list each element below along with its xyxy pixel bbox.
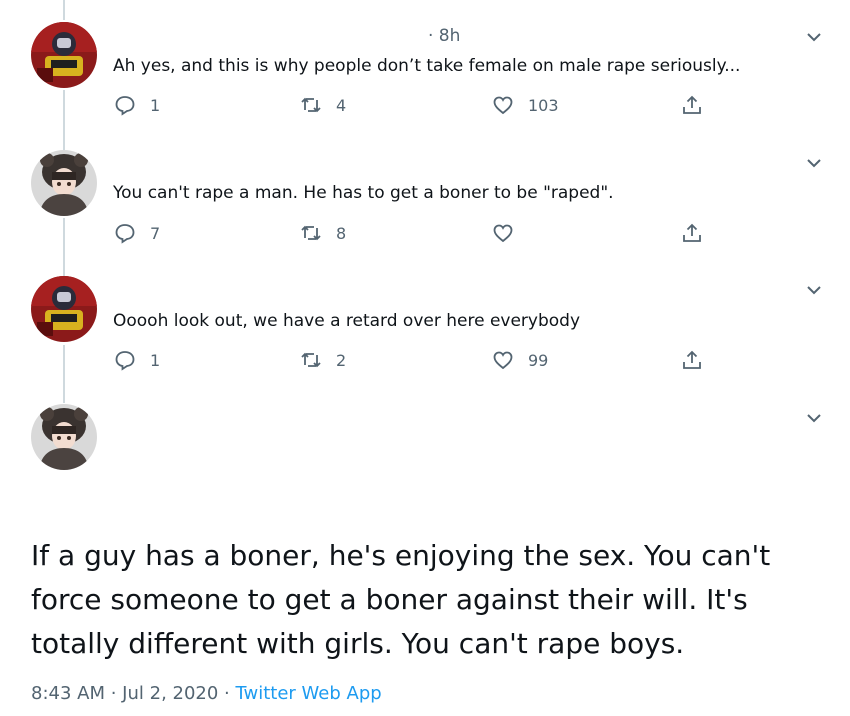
tweet-actions: 1 2 99 <box>0 349 850 377</box>
reply-button[interactable]: 1 <box>114 94 160 116</box>
main-tweet-line: If a guy has a boner, he's enjoying the … <box>31 539 771 572</box>
retweet-icon <box>301 225 321 241</box>
separator: · <box>105 683 123 704</box>
reply-icon <box>115 224 135 244</box>
tweet-actions: 7 8 <box>0 222 850 250</box>
chevron-down-icon[interactable] <box>805 281 823 299</box>
reply-tweet[interactable]: Ooooh look out, we have a retard over he… <box>0 268 850 396</box>
reply-icon <box>115 96 135 116</box>
anime-girl-avatar-icon <box>31 150 97 216</box>
tweet-text: Ooooh look out, we have a retard over he… <box>113 311 581 331</box>
retweet-count: 2 <box>336 350 347 370</box>
avatar[interactable] <box>31 22 97 88</box>
reply-icon <box>115 351 135 371</box>
share-icon <box>683 350 701 369</box>
retweet-count: 8 <box>336 223 347 243</box>
avatar[interactable] <box>31 276 97 342</box>
anime-girl-avatar-icon <box>31 404 97 470</box>
tweet-actions: 1 4 103 <box>0 94 850 122</box>
retweet-icon <box>301 352 321 368</box>
retweet-icon <box>301 97 321 113</box>
reply-button[interactable]: 1 <box>114 349 160 371</box>
main-tweet-header[interactable] <box>0 396 850 496</box>
main-tweet-line: totally different with girls. You can't … <box>31 627 685 660</box>
reply-tweet[interactable]: You can't rape a man. He has to get a bo… <box>0 140 850 268</box>
heart-icon <box>493 96 513 115</box>
tweet-source-link[interactable]: Twitter Web App <box>236 683 382 704</box>
retweet-button[interactable]: 2 <box>300 349 346 371</box>
like-button[interactable] <box>492 222 528 244</box>
tweet-footer: 8:43 AM · Jul 2, 2020 · Twitter Web App <box>31 683 382 704</box>
reply-count: 1 <box>150 95 161 115</box>
main-tweet-line: force someone to get a boner against the… <box>31 583 748 616</box>
share-button[interactable] <box>681 94 703 116</box>
separator: · <box>218 683 236 704</box>
reply-button[interactable]: 7 <box>114 222 160 244</box>
chevron-down-icon[interactable] <box>805 154 823 172</box>
tweet-timestamp[interactable]: 8:43 AM <box>31 683 105 704</box>
robot-avatar-icon <box>31 276 97 342</box>
like-button[interactable]: 103 <box>492 94 559 116</box>
main-tweet-text: If a guy has a boner, he's enjoying the … <box>31 534 831 666</box>
avatar[interactable] <box>31 404 97 470</box>
like-button[interactable]: 99 <box>492 349 548 371</box>
retweet-count: 4 <box>336 95 347 115</box>
heart-icon <box>493 351 513 370</box>
retweet-button[interactable]: 4 <box>300 94 346 116</box>
chevron-down-icon[interactable] <box>805 409 823 427</box>
tweet-date[interactable]: Jul 2, 2020 <box>122 683 218 704</box>
share-icon <box>683 95 701 114</box>
chevron-down-icon[interactable] <box>805 28 823 46</box>
avatar[interactable] <box>31 150 97 216</box>
robot-avatar-icon <box>31 22 97 88</box>
tweet-time[interactable]: · 8h <box>428 26 460 46</box>
retweet-button[interactable]: 8 <box>300 222 346 244</box>
reply-count: 1 <box>150 350 161 370</box>
reply-tweet[interactable]: · 8h Ah yes, and this is why people don’… <box>0 0 850 140</box>
heart-icon <box>493 224 513 243</box>
like-count: 103 <box>528 95 559 115</box>
tweet-text: Ah yes, and this is why people don’t tak… <box>113 56 741 76</box>
reply-count: 7 <box>150 223 161 243</box>
like-count: 99 <box>528 350 549 370</box>
share-icon <box>683 223 701 242</box>
share-button[interactable] <box>681 349 703 371</box>
share-button[interactable] <box>681 222 703 244</box>
tweet-text: You can't rape a man. He has to get a bo… <box>113 183 614 203</box>
